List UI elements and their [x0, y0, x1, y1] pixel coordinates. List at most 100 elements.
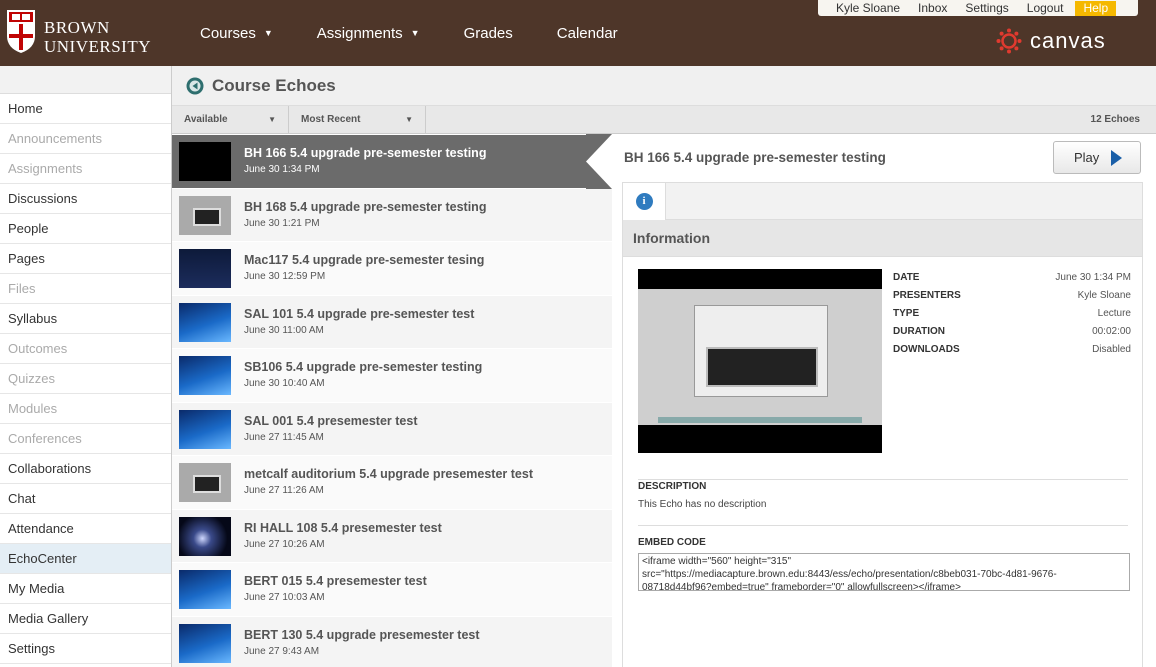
preview-screen: [638, 289, 882, 425]
brown-university-logo[interactable]: BROWN UNIVERSITY: [6, 8, 166, 58]
sidebar-item-outcomes[interactable]: Outcomes: [0, 334, 171, 364]
availability-filter-dropdown[interactable]: Available ▼: [172, 106, 289, 133]
info-icon: i: [635, 193, 653, 210]
meta-key: DOWNLOADS: [893, 344, 960, 355]
sidebar-item-conferences[interactable]: Conferences: [0, 424, 171, 454]
meta-value: June 30 1:34 PM: [1055, 272, 1131, 283]
echo-center-content: Course Echoes Available ▼ Most Recent ▼ …: [172, 66, 1156, 667]
logo-line-1: BROWN: [44, 18, 110, 37]
play-icon: [1111, 149, 1123, 166]
echo-list: BH 166 5.4 upgrade pre-semester testing J…: [172, 135, 612, 667]
echo-list-item[interactable]: BERT 130 5.4 upgrade presemester test Jun…: [172, 616, 612, 667]
nav-grades[interactable]: Grades: [464, 25, 513, 42]
information-heading: Information: [623, 220, 1142, 257]
global-header: BROWN UNIVERSITY Courses ▼ Assignments ▼…: [0, 0, 1156, 66]
nav-calendar-label: Calendar: [556, 24, 618, 42]
echo-date: June 30 12:59 PM: [244, 271, 326, 282]
info-tab[interactable]: i: [623, 183, 666, 220]
echo-thumbnail: [179, 356, 231, 395]
sidebar-item-announcements[interactable]: Announcements: [0, 124, 171, 154]
echo-date: June 30 1:34 PM: [244, 164, 320, 175]
meta-key: PRESENTERS: [893, 290, 961, 301]
nav-courses-label: Courses: [200, 24, 256, 42]
description-label: DESCRIPTION: [638, 481, 707, 492]
echo-title: SAL 001 5.4 presemester test: [244, 413, 418, 428]
embed-code-label: EMBED CODE: [638, 537, 706, 548]
echo-detail-panel: BH 166 5.4 upgrade pre-semester testing …: [586, 134, 1156, 667]
sidebar-item-syllabus[interactable]: Syllabus: [0, 304, 171, 334]
settings-link[interactable]: Settings: [965, 1, 1008, 15]
information-panel: i Information DATE June 30 1:34 PM PRESENT…: [622, 182, 1143, 667]
echo-list-item[interactable]: BERT 015 5.4 presemester test June 27 10:…: [172, 563, 612, 617]
echo-list-item[interactable]: BH 166 5.4 upgrade pre-semester testing J…: [172, 135, 612, 189]
inbox-link[interactable]: Inbox: [918, 1, 947, 15]
echo-date: June 30 10:40 AM: [244, 378, 325, 389]
sidebar-item-home[interactable]: Home: [0, 94, 171, 124]
echo-list-item[interactable]: RI HALL 108 5.4 presemester test June 27 …: [172, 509, 612, 563]
echo-preview-thumbnail[interactable]: [638, 269, 882, 453]
nav-assignments[interactable]: Assignments ▼: [317, 25, 420, 42]
nav-assignments-label: Assignments: [316, 24, 403, 42]
sidebar-item-assignments[interactable]: Assignments: [0, 154, 171, 184]
nav-courses[interactable]: Courses ▼: [200, 25, 273, 42]
meta-row-presenters: PRESENTERS Kyle Sloane: [893, 290, 1131, 308]
sort-filter-dropdown[interactable]: Most Recent ▼: [289, 106, 426, 133]
filter-bar: Available ▼ Most Recent ▼ 12 Echoes: [172, 106, 1156, 134]
echo-thumbnail: [179, 142, 231, 181]
user-name-link[interactable]: Kyle Sloane: [836, 1, 900, 15]
meta-value: Disabled: [1092, 344, 1131, 355]
preview-dock: [658, 417, 862, 423]
sidebar-item-pages[interactable]: Pages: [0, 244, 171, 274]
sidebar-item-files[interactable]: Files: [0, 274, 171, 304]
sidebar-item-people[interactable]: People: [0, 214, 171, 244]
page-title: Course Echoes: [212, 75, 336, 95]
sidebar-item-media-gallery[interactable]: Media Gallery: [0, 604, 171, 634]
sidebar-item-settings[interactable]: Settings: [0, 634, 171, 664]
description-text: This Echo has no description: [638, 499, 767, 510]
help-button[interactable]: Help: [1075, 0, 1117, 16]
meta-key: DURATION: [893, 326, 946, 337]
sidebar-item-attendance[interactable]: Attendance: [0, 514, 171, 544]
panel-tabs: i: [623, 183, 1142, 220]
canvas-logo[interactable]: canvas: [996, 28, 1106, 54]
echo-date: June 27 10:03 AM: [244, 592, 325, 603]
logo-line-2: UNIVERSITY: [44, 37, 151, 56]
echo-title: SB106 5.4 upgrade pre-semester testing: [244, 360, 483, 374]
play-button[interactable]: Play: [1053, 141, 1141, 174]
echo-title: metcalf auditorium 5.4 upgrade presemest…: [244, 467, 533, 481]
sidebar-item-my-media[interactable]: My Media: [0, 574, 171, 604]
meta-row-date: DATE June 30 1:34 PM: [893, 272, 1131, 290]
sidebar-item-echocenter[interactable]: EchoCenter: [0, 544, 171, 574]
logout-link[interactable]: Logout: [1027, 1, 1064, 15]
meta-row-duration: DURATION 00:02:00: [893, 326, 1131, 344]
sidebar-item-collaborations[interactable]: Collaborations: [0, 454, 171, 484]
echo-list-item[interactable]: SAL 101 5.4 upgrade pre-semester test Jun…: [172, 295, 612, 349]
echo-list-item[interactable]: SB106 5.4 upgrade pre-semester testing Ju…: [172, 349, 612, 403]
echo-list-item[interactable]: metcalf auditorium 5.4 upgrade presemest…: [172, 456, 612, 510]
nav-calendar[interactable]: Calendar: [557, 25, 618, 42]
echo-thumbnail: [179, 516, 231, 556]
play-button-label: Play: [1074, 150, 1100, 165]
echo-thumbnail: [179, 195, 231, 235]
echo-list-item[interactable]: Mac117 5.4 upgrade pre-semester tesing Ju…: [172, 242, 612, 296]
sidebar-item-quizzes[interactable]: Quizzes: [0, 364, 171, 394]
sidebar-item-discussions[interactable]: Discussions: [0, 184, 171, 214]
echo-date: June 27 10:26 AM: [244, 538, 325, 550]
canvas-wordmark: canvas: [1030, 28, 1106, 53]
selection-pointer: [586, 134, 612, 189]
logo-wordmark: BROWN UNIVERSITY: [44, 18, 151, 56]
meta-value: Kyle Sloane: [1077, 290, 1131, 301]
sidebar-item-modules[interactable]: Modules: [0, 394, 171, 424]
divider: [638, 479, 1128, 480]
meta-value: Lecture: [1097, 308, 1131, 319]
sidebar-item-chat[interactable]: Chat: [0, 484, 171, 514]
meta-row-type: TYPE Lecture: [893, 308, 1131, 326]
echo-thumbnail: [179, 302, 231, 342]
echo-list-item[interactable]: SAL 001 5.4 presemester test June 27 11:4…: [172, 402, 612, 456]
echo-title: BH 166 5.4 upgrade pre-semester testing: [244, 146, 487, 160]
echo-list-item[interactable]: BH 168 5.4 upgrade pre-semester testing J…: [172, 188, 612, 242]
embed-code-field[interactable]: <iframe width="560" height="315" src="ht…: [638, 553, 1130, 591]
brown-shield-icon: [7, 10, 35, 53]
echo-title: BERT 130 5.4 upgrade presemester test: [244, 627, 480, 642]
meta-key: TYPE: [893, 308, 920, 319]
